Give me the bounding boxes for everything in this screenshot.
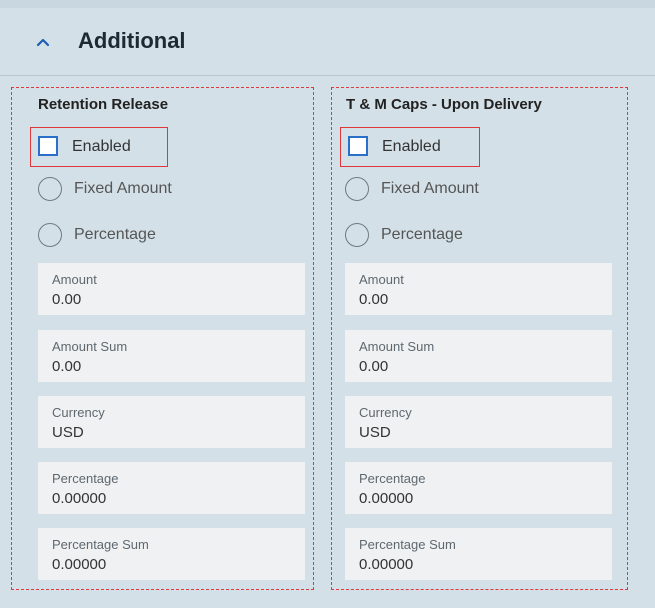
currency-field[interactable]: Currency USD [345,396,612,448]
field-value: 0.00000 [52,490,107,507]
amount-field[interactable]: Amount 0.00 [345,263,612,315]
tm-caps-panel: T & M Caps - Upon Delivery Enabled Fixed… [331,87,628,590]
field-value: 0.00 [52,358,82,375]
radio-label: Fixed Amount [74,180,172,197]
field-value: 0.00 [52,291,82,308]
radio-button[interactable] [345,223,369,247]
section-title: Additional [78,28,186,53]
field-label: Percentage Sum [359,537,456,552]
amount-sum-field[interactable]: Amount Sum 0.00 [38,330,305,382]
enabled-label: Enabled [382,138,441,155]
amount-field[interactable]: Amount 0.00 [38,263,305,315]
retention-release-panel: Retention Release Enabled Fixed Amount P… [11,87,314,590]
percentage-field[interactable]: Percentage 0.00000 [345,462,612,514]
chevron-up-icon[interactable] [35,34,51,50]
radio-label: Fixed Amount [381,180,479,197]
enabled-checkbox[interactable] [348,136,368,156]
field-label: Amount Sum [52,339,128,354]
field-label: Percentage [359,471,426,486]
percentage-field[interactable]: Percentage 0.00000 [38,462,305,514]
field-value: 0.00000 [359,556,414,573]
field-label: Currency [359,405,412,420]
section-header[interactable]: Additional [0,0,655,76]
currency-field[interactable]: Currency USD [38,396,305,448]
enabled-checkbox[interactable] [38,136,58,156]
field-label: Amount Sum [359,339,435,354]
percentage-sum-field[interactable]: Percentage Sum 0.00000 [345,528,612,580]
enabled-checkbox-row[interactable]: Enabled [340,127,480,167]
enabled-label: Enabled [72,138,131,155]
field-value: USD [52,424,84,441]
radio-button[interactable] [345,177,369,201]
field-value: 0.00 [359,358,389,375]
enabled-checkbox-row[interactable]: Enabled [30,127,168,167]
field-label: Currency [52,405,105,420]
panel-title: Retention Release [38,96,169,113]
field-value: USD [359,424,391,441]
field-label: Amount [52,272,97,287]
field-value: 0.00000 [52,556,107,573]
field-label: Amount [359,272,404,287]
field-value: 0.00 [359,291,389,308]
radio-button[interactable] [38,177,62,201]
amount-sum-field[interactable]: Amount Sum 0.00 [345,330,612,382]
field-label: Percentage Sum [52,537,149,552]
field-label: Percentage [52,471,119,486]
field-value: 0.00000 [359,490,414,507]
radio-button[interactable] [38,223,62,247]
radio-label: Percentage [381,226,463,243]
panel-title: T & M Caps - Upon Delivery [346,96,542,113]
radio-label: Percentage [74,226,156,243]
percentage-sum-field[interactable]: Percentage Sum 0.00000 [38,528,305,580]
